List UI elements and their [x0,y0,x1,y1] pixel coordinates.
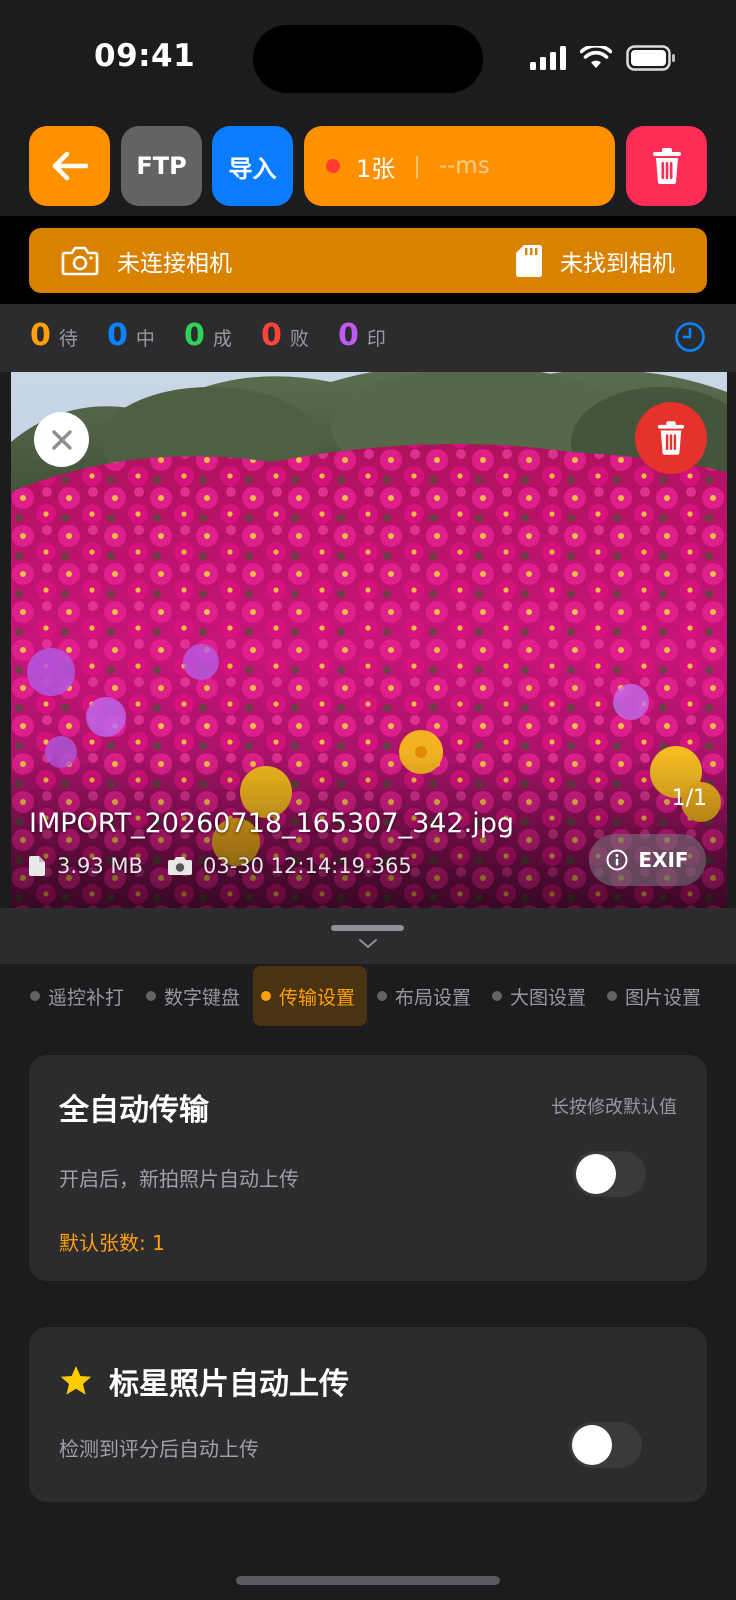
tab-dot [30,991,40,1001]
exif-button[interactable]: EXIF [589,834,706,886]
tab-transfer-settings[interactable]: 传输设置 [253,966,367,1026]
tab-label: 遥控补打 [48,986,125,1009]
auto-transfer-title: 全自动传输 [59,1093,209,1128]
camera-banner-area: 未连接相机 未找到相机 [0,216,736,304]
camera-connection: 未连接相机 [61,228,232,293]
tab-dot [261,991,271,1001]
tab-number-keypad[interactable]: 数字键盘 [138,966,248,1026]
photo-meta: 3.93 MB 03-30 12:14:19.365 [29,854,412,878]
tab-label: 布局设置 [395,986,472,1009]
tab-label: 图片设置 [625,986,702,1009]
status-icons [530,45,676,71]
delete-photo-button[interactable] [635,402,707,474]
starred-upload-description: 检测到评分后自动上传 [59,1437,259,1461]
auto-transfer-description: 开启后，新拍照片自动上传 [59,1167,299,1191]
stat-printed: 0 印 [338,318,386,353]
photo-preview[interactable]: 1/1 IMPORT_20260718_165307_342.jpg 3.93 … [11,372,727,908]
stat-in-progress-label: 中 [135,328,155,350]
settings-tabs: 遥控补打 数字键盘 传输设置 布局设置 大图设置 图片设置 [0,964,736,1026]
exif-label: EXIF [638,848,689,872]
back-button[interactable] [29,126,110,206]
grabber [331,925,404,931]
ftp-button[interactable]: FTP [121,126,202,206]
tab-layout-settings[interactable]: 布局设置 [369,966,479,1026]
auto-transfer-toggle[interactable] [573,1151,646,1197]
panel-drag-handle[interactable] [0,908,736,964]
home-indicator [236,1576,500,1585]
close-icon [51,429,72,450]
camera-icon [61,246,99,275]
status-bar: 09:41 [0,0,736,118]
info-icon [606,849,628,871]
stat-printed-label: 印 [366,328,386,350]
tab-label: 传输设置 [279,986,356,1009]
default-count[interactable]: 默认张数: 1 [59,1227,165,1256]
camera-connection-label: 未连接相机 [117,250,232,277]
starred-upload-toggle[interactable] [569,1422,642,1468]
auto-transfer-card: 全自动传输 长按修改默认值 开启后，新拍照片自动上传 默认张数: 1 [29,1055,707,1281]
close-preview-button[interactable] [34,412,89,467]
sd-card-icon [516,244,542,277]
camera-status-banner[interactable]: 未连接相机 未找到相机 [29,228,707,293]
tab-large-image-settings[interactable]: 大图设置 [484,966,594,1026]
file-size: 3.93 MB [57,854,143,878]
trash-icon [657,421,685,455]
stats-bar: 0 待 0 中 0 成 0 败 0 印 [0,304,736,372]
tab-dot [377,991,387,1001]
counter-separator: | [413,153,421,179]
tab-label: 数字键盘 [164,986,241,1009]
photo-filename: IMPORT_20260718_165307_342.jpg [29,808,514,839]
battery-icon [626,45,675,71]
stat-failed-label: 败 [289,328,309,350]
count-label: 1张 [356,154,396,183]
file-icon [29,856,45,876]
dynamic-island [253,25,483,93]
page-indicator: 1/1 [671,786,707,811]
stat-failed: 0 败 [261,318,309,353]
toggle-knob [576,1154,616,1194]
clock-icon [675,322,705,352]
latency-label: --ms [438,153,490,179]
stat-printed-count: 0 [338,318,359,353]
status-time: 09:41 [94,38,196,74]
starred-upload-header: 标星照片自动上传 [59,1359,349,1403]
stat-in-progress-count: 0 [107,318,128,353]
stat-pending: 0 待 [30,318,78,353]
trash-icon [652,148,681,184]
stat-pending-label: 待 [58,328,78,350]
stat-success-count: 0 [184,318,205,353]
delete-all-button[interactable] [626,126,707,206]
tab-image-settings[interactable]: 图片设置 [599,966,709,1026]
cellular-signal-icon [530,46,566,70]
tab-dot [146,991,156,1001]
wifi-icon [580,46,612,68]
tab-dot [607,991,617,1001]
toolbar: FTP 导入 1张 | --ms [0,118,736,216]
camera-detection-label: 未找到相机 [560,250,675,277]
auto-transfer-hint[interactable]: 长按修改默认值 [551,1093,677,1119]
stat-pending-count: 0 [30,318,51,353]
transfer-counter[interactable]: 1张 | --ms [304,126,615,206]
status-dot [326,159,340,173]
import-button[interactable]: 导入 [212,126,293,206]
toggle-knob [572,1425,612,1465]
capture-timestamp: 03-30 12:14:19.365 [202,854,412,878]
tab-remote-reprint[interactable]: 遥控补打 [22,966,132,1026]
camera-detection: 未找到相机 [516,228,675,293]
history-button[interactable] [674,321,706,357]
tab-dot [492,991,502,1001]
stat-failed-count: 0 [261,318,282,353]
tab-label: 大图设置 [510,986,587,1009]
stat-success: 0 成 [184,318,232,353]
stat-in-progress: 0 中 [107,318,155,353]
starred-upload-card: 标星照片自动上传 检测到评分后自动上传 [29,1327,707,1502]
star-icon [60,1366,92,1395]
starred-upload-title: 标星照片自动上传 [109,1367,349,1402]
stat-success-label: 成 [212,328,232,350]
camera-icon [167,857,192,875]
chevron-down-icon [359,939,377,948]
arrow-left-icon [52,151,88,181]
